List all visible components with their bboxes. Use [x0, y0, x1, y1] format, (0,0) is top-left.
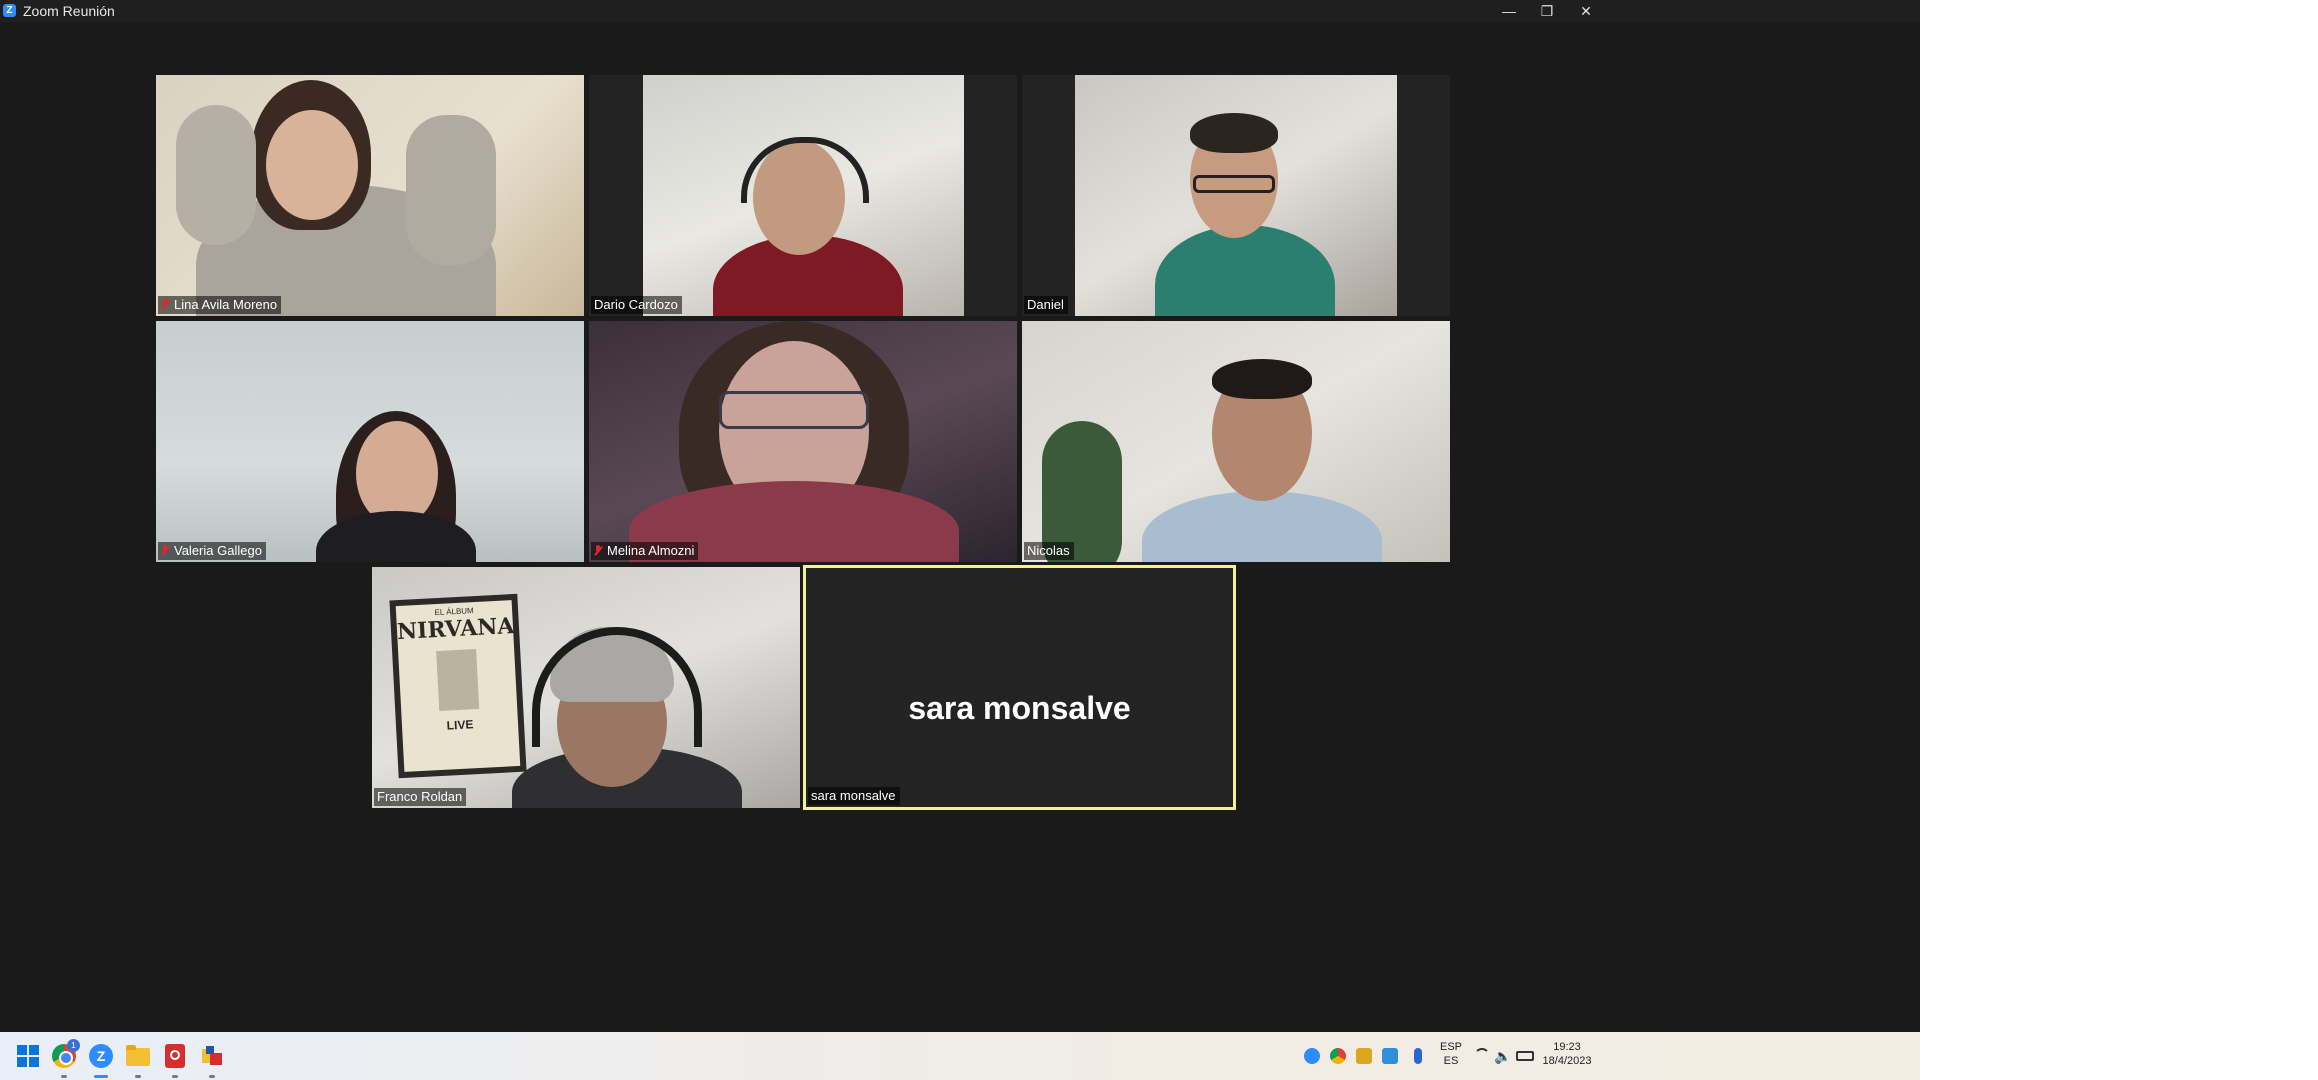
microphone-icon[interactable] — [1414, 1048, 1422, 1064]
clock[interactable]: 19:23 18/4/2023 — [1540, 1040, 1594, 1068]
window-title: Zoom Reunión — [23, 3, 115, 19]
running-indicator — [209, 1075, 215, 1078]
video-tile-sara-active-speaker[interactable]: sara monsalve sara monsalve — [803, 565, 1236, 810]
active-indicator — [94, 1075, 108, 1078]
participant-name-label: Melina Almozni — [591, 542, 699, 560]
wifi-icon[interactable] — [1474, 1048, 1490, 1064]
running-indicator — [135, 1075, 141, 1078]
zoom-logo-icon: Z — [3, 4, 16, 17]
video-feed — [589, 321, 1017, 562]
windows-start-icon[interactable] — [16, 1044, 40, 1068]
participant-name-label: Valeria Gallego — [158, 542, 266, 560]
acrobat-icon[interactable] — [163, 1044, 187, 1068]
video-feed: EL ÁLBUM NIRVANA LIVE — [372, 567, 800, 808]
video-tile-daniel[interactable]: Daniel — [1022, 75, 1450, 316]
participant-display-name: sara monsalve — [908, 690, 1131, 726]
running-indicator — [172, 1075, 178, 1078]
video-tile-dario[interactable]: Dario Cardozo — [589, 75, 1017, 316]
participant-name-label: Lina Avila Moreno — [158, 296, 282, 314]
video-feed — [1075, 75, 1397, 316]
muted-mic-icon — [161, 299, 169, 310]
video-tile-franco[interactable]: EL ÁLBUM NIRVANA LIVE Franco Roldan — [372, 567, 800, 808]
participant-name-label: Franco Roldan — [374, 788, 467, 806]
security-tray-icon[interactable] — [1382, 1048, 1398, 1064]
chrome-tray-icon[interactable] — [1330, 1048, 1346, 1064]
participant-name-label: sara monsalve — [808, 787, 900, 805]
settings-tray-icon[interactable] — [1356, 1048, 1372, 1064]
taskbar: 1 Z ESP ES 🔈 19:23 18/4/2023 — [0, 1032, 1920, 1080]
notification-badge: 1 — [67, 1039, 80, 1052]
volume-icon[interactable]: 🔈 — [1494, 1048, 1511, 1064]
zoom-window: Z Zoom Reunión — ❐ ✕ Lina Avila Moreno D… — [0, 0, 1920, 1080]
nirvana-poster: EL ÁLBUM NIRVANA LIVE — [389, 593, 527, 779]
video-tile-valeria[interactable]: Valeria Gallego — [156, 321, 584, 562]
video-tile-nicolas[interactable]: Nicolas — [1022, 321, 1450, 562]
title-bar: Z Zoom Reunión — ❐ ✕ — [0, 0, 1920, 22]
file-explorer-icon[interactable] — [126, 1044, 150, 1068]
app-icon[interactable] — [200, 1044, 224, 1068]
chrome-icon[interactable]: 1 — [52, 1039, 80, 1068]
muted-mic-icon — [161, 545, 169, 556]
video-tile-lina[interactable]: Lina Avila Moreno — [156, 75, 584, 316]
participant-name-label: Daniel — [1024, 296, 1068, 314]
video-feed — [1022, 321, 1450, 562]
video-feed — [643, 75, 964, 316]
battery-icon[interactable] — [1516, 1051, 1534, 1061]
close-button[interactable]: ✕ — [1563, 0, 1609, 22]
muted-mic-icon — [594, 545, 602, 556]
language-indicator[interactable]: ESP ES — [1440, 1040, 1462, 1068]
zoom-icon[interactable]: Z — [89, 1044, 113, 1068]
zoom-tray-icon[interactable] — [1304, 1048, 1320, 1064]
participant-name-label: Nicolas — [1024, 542, 1074, 560]
video-tile-melina[interactable]: Melina Almozni — [589, 321, 1017, 562]
video-feed — [156, 321, 584, 562]
video-feed — [156, 75, 584, 316]
running-indicator — [61, 1075, 67, 1078]
participant-name-label: Dario Cardozo — [591, 296, 682, 314]
